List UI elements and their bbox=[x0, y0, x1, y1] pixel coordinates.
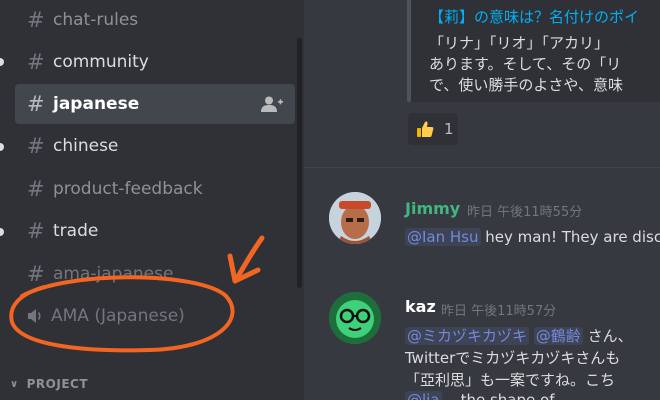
avatar-image bbox=[329, 192, 381, 244]
message-body: @Ian Hsu hey man! They are disc bbox=[405, 228, 660, 246]
link-embed: 【莉】の意味は？名付けのポイ 「リナ」「リオ」「アカリ」 あります。そして、その… bbox=[411, 0, 660, 102]
user-mention[interactable]: @Ian Hsu bbox=[405, 228, 481, 246]
category-project[interactable]: ∨ PROJECT bbox=[10, 377, 88, 391]
hash-icon: # bbox=[27, 8, 45, 32]
reaction-count: 1 bbox=[444, 120, 454, 138]
hash-icon: # bbox=[27, 92, 45, 116]
channel-label: chat-rules bbox=[53, 10, 139, 30]
channel-chinese[interactable]: # chinese bbox=[15, 126, 295, 166]
author-name: Jimmy bbox=[405, 199, 461, 218]
channel-label: AMA (Japanese) bbox=[51, 306, 185, 326]
channel-label: product-feedback bbox=[53, 179, 203, 199]
message-line: @lia ...the shape of... bbox=[405, 391, 660, 400]
message-timestamp: 昨日 午後11時57分 bbox=[441, 304, 557, 319]
message-text: さん、 bbox=[582, 327, 633, 345]
message-author[interactable]: kaz bbox=[405, 297, 436, 316]
avatar-jimmy[interactable] bbox=[329, 192, 381, 244]
sidebar-scrollbar[interactable] bbox=[297, 38, 302, 288]
author-name: kaz bbox=[405, 297, 436, 316]
channel-label: chinese bbox=[53, 136, 119, 156]
avatar-kaz[interactable] bbox=[329, 292, 381, 344]
message-text: hey man! They are disc bbox=[480, 228, 660, 246]
message-timestamp: 昨日 午後11時55分 bbox=[467, 205, 583, 220]
thumbs-up-icon bbox=[417, 121, 434, 137]
message-divider bbox=[304, 167, 660, 168]
channel-label: trade bbox=[53, 221, 99, 241]
user-mention[interactable]: @lia bbox=[405, 391, 442, 400]
embed-line: で、使い勝手のよさや、意味 bbox=[429, 76, 623, 94]
voice-channel-ama-japanese[interactable]: AMA (Japanese) bbox=[15, 296, 295, 336]
channel-chat-rules[interactable]: # chat-rules bbox=[15, 0, 295, 40]
hash-icon: # bbox=[27, 134, 45, 158]
hash-icon: # bbox=[27, 262, 45, 286]
user-mention[interactable]: @ミカヅキカヅキ bbox=[405, 327, 530, 345]
reaction-thumbs-up[interactable]: 1 bbox=[408, 113, 458, 145]
message-line: 「亞利思」も一案ですね。こち bbox=[405, 371, 616, 389]
message-text: ...the shape of... bbox=[441, 391, 568, 400]
hash-icon: # bbox=[27, 177, 45, 201]
user-mention[interactable]: @鶴齢 bbox=[533, 327, 583, 345]
add-member-icon[interactable] bbox=[261, 96, 283, 112]
embed-line: 「リナ」「リオ」「アカリ」 bbox=[429, 34, 610, 52]
embed-line: あります。そして、その「リ bbox=[429, 55, 622, 73]
hash-icon: # bbox=[27, 219, 45, 243]
chat-area: 【莉】の意味は？名付けのポイ 「リナ」「リオ」「アカリ」 あります。そして、その… bbox=[304, 0, 660, 400]
channel-label: ama-japanese bbox=[53, 264, 174, 284]
chevron-down-icon: ∨ bbox=[10, 378, 19, 390]
hash-icon: # bbox=[27, 50, 45, 74]
unread-indicator bbox=[0, 143, 4, 151]
channel-product-feedback[interactable]: # product-feedback bbox=[15, 169, 295, 209]
unread-indicator bbox=[0, 228, 4, 236]
channel-sidebar: # chat-rules # community # japanese # ch… bbox=[0, 0, 304, 400]
channel-community[interactable]: # community bbox=[15, 42, 295, 82]
message-author[interactable]: Jimmy bbox=[405, 199, 460, 218]
channel-trade[interactable]: # trade bbox=[15, 211, 295, 251]
embed-title-link[interactable]: 【莉】の意味は？名付けのポイ bbox=[429, 6, 639, 27]
speaker-icon bbox=[28, 309, 41, 323]
avatar-image bbox=[329, 292, 381, 344]
message-line: Twitterでミカヅキカヅキさんも bbox=[405, 349, 621, 367]
channel-label: community bbox=[53, 52, 149, 72]
message-line: @ミカヅキカヅキ @鶴齢 さん、 bbox=[405, 325, 660, 346]
category-label: PROJECT bbox=[26, 377, 89, 391]
channel-label: japanese bbox=[53, 94, 140, 114]
channel-japanese[interactable]: # japanese bbox=[15, 84, 295, 124]
unread-indicator bbox=[0, 58, 4, 66]
channel-ama-japanese[interactable]: # ama-japanese bbox=[15, 254, 295, 294]
